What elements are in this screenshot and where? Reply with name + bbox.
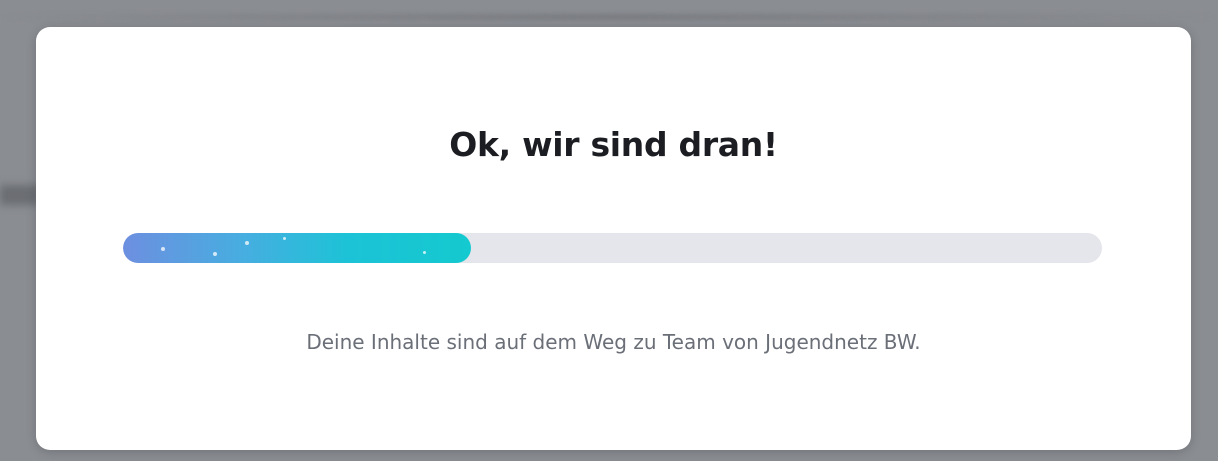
sparkle-dot	[245, 241, 249, 245]
sparkle-dot	[283, 237, 286, 240]
sparkle-dot	[213, 252, 217, 256]
sparkle-dot	[161, 247, 165, 251]
progress-bar	[123, 233, 1102, 263]
upload-progress-dialog: Ok, wir sind dran! Deine Inhalte sind au…	[36, 27, 1191, 450]
backdrop-blurred-element	[0, 185, 40, 205]
dialog-message: Deine Inhalte sind auf dem Weg zu Team v…	[306, 330, 921, 354]
progress-bar-fill	[123, 233, 471, 263]
dialog-title: Ok, wir sind dran!	[449, 125, 778, 164]
sparkle-dot	[423, 251, 426, 254]
backdrop-blurred-content	[0, 14, 1218, 20]
